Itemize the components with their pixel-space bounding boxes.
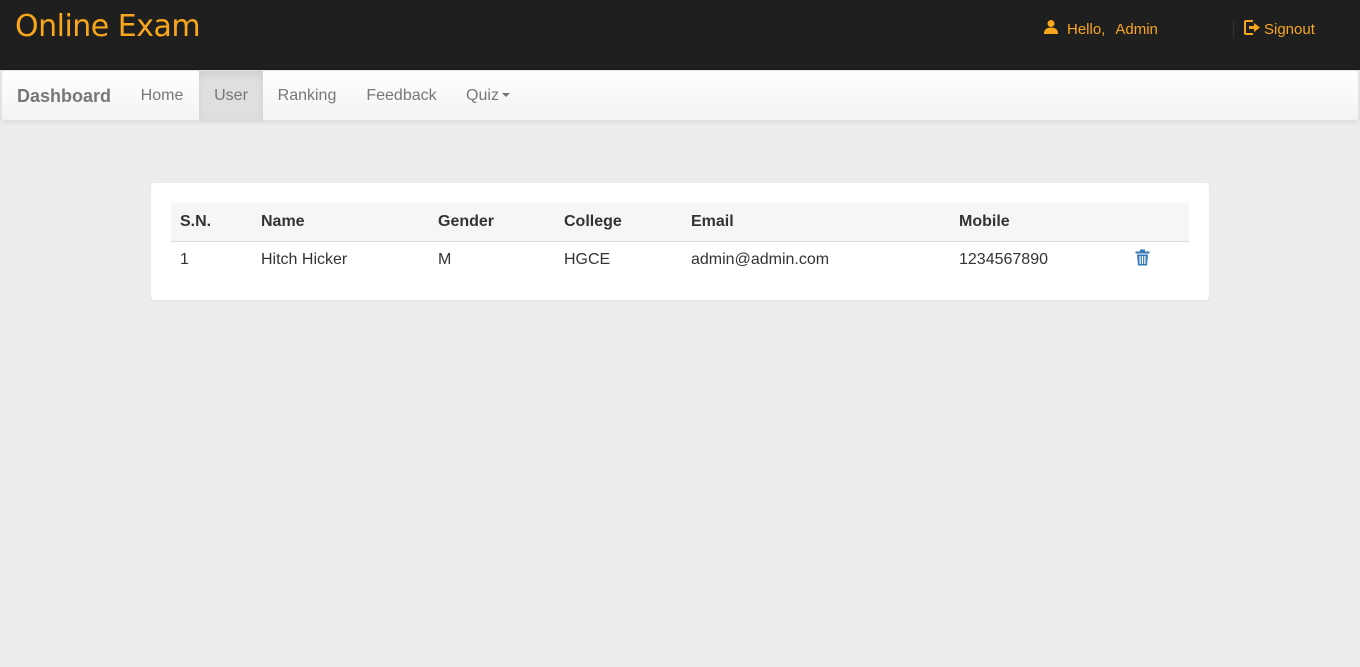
user-icon: [1043, 19, 1059, 39]
cell-sn: 1: [180, 251, 189, 269]
nav-item-quiz-label: Quiz: [466, 87, 499, 104]
trash-icon[interactable]: [1135, 249, 1150, 271]
column-header-name: Name: [252, 203, 429, 242]
header-divider: [1233, 20, 1234, 38]
user-greeting: Hello, Admin: [1043, 18, 1158, 40]
cell-mobile: 1234567890: [959, 251, 1048, 269]
chevron-down-icon: [501, 92, 510, 97]
main-navbar: Dashboard Home User Ranking Feedback Qui…: [1, 70, 1359, 121]
top-header: Online Exam Hello, Admin Signout: [0, 0, 1360, 70]
signout-link[interactable]: Signout: [1244, 18, 1315, 40]
users-table: S.N. Name Gender College Email Mobile 1 …: [171, 203, 1189, 279]
column-header-sn: S.N.: [171, 203, 252, 242]
app-title: Online Exam: [15, 9, 201, 44]
cell-action: [1125, 241, 1189, 279]
cell-email: admin@admin.com: [691, 251, 830, 269]
table-row: 1 Hitch Hicker M HGCE admin@admin.com 12…: [171, 241, 1189, 279]
cell-gender: M: [438, 251, 452, 269]
nav-item-user[interactable]: User: [199, 71, 263, 121]
nav-brand-dashboard[interactable]: Dashboard: [17, 71, 111, 121]
cell-college: HGCE: [564, 251, 611, 269]
column-header-college: College: [555, 203, 682, 242]
nav-item-ranking[interactable]: Ranking: [263, 71, 351, 121]
greeting-text: Hello,: [1067, 20, 1106, 38]
table-header-row: S.N. Name Gender College Email Mobile: [171, 203, 1189, 242]
column-header-gender: Gender: [429, 203, 555, 242]
users-panel: S.N. Name Gender College Email Mobile 1 …: [151, 183, 1209, 300]
column-header-action: [1125, 203, 1189, 242]
cell-name: Hitch Hicker: [261, 251, 348, 269]
nav-item-quiz[interactable]: Quiz: [452, 71, 524, 121]
signout-label: Signout: [1264, 20, 1315, 38]
signout-icon: [1244, 19, 1261, 39]
nav-item-feedback[interactable]: Feedback: [351, 71, 452, 121]
column-header-email: Email: [682, 203, 950, 242]
nav-item-home[interactable]: Home: [126, 71, 198, 121]
username-link[interactable]: Admin: [1115, 21, 1158, 38]
column-header-mobile: Mobile: [950, 203, 1125, 242]
